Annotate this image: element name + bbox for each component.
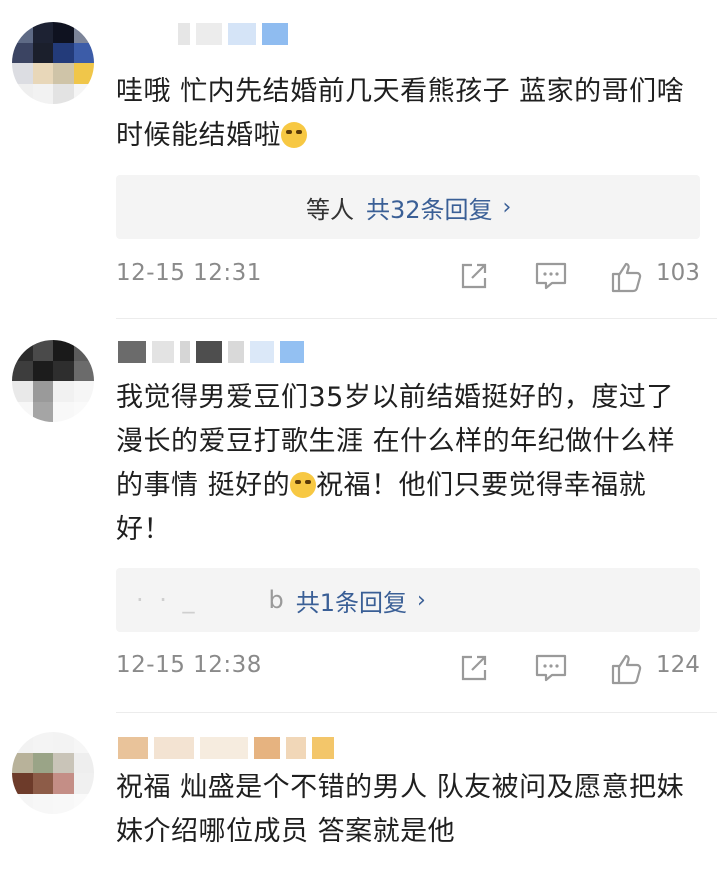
chevron-right-icon: ›: [502, 194, 512, 220]
reply-count-link[interactable]: 共32条回复: [366, 190, 493, 225]
comment-meta: 12-15 12:31 103: [116, 260, 700, 296]
reply-author-blurred: · · _: [136, 586, 199, 614]
divider: [116, 318, 717, 319]
reply-summary[interactable]: · · _ b 共1条回复 ›: [116, 568, 700, 632]
share-icon[interactable]: [458, 260, 490, 292]
comment-body: 哇哦 忙内先结婚前几天看熊孩子 蓝家的哥们啥时候能结婚啦: [116, 76, 685, 151]
like-count: 124: [656, 652, 700, 678]
avatar[interactable]: [12, 732, 94, 814]
comment-body: 祝福 灿盛是个不错的男人 队友被问及愿意把妹妹介绍哪位成员 答案就是他: [116, 772, 685, 847]
laugh-cry-emoji: [281, 122, 307, 148]
reply-count-link[interactable]: 共1条回复: [296, 583, 407, 618]
comment-text: 哇哦 忙内先结婚前几天看熊孩子 蓝家的哥们啥时候能结婚啦: [116, 70, 696, 158]
username-blurred[interactable]: [178, 22, 288, 46]
reply-authors: b: [268, 586, 284, 614]
chevron-right-icon: ›: [417, 587, 426, 613]
grin-emoji: [290, 472, 317, 498]
comment-icon[interactable]: [534, 260, 568, 292]
username-blurred[interactable]: [118, 736, 334, 760]
avatar[interactable]: [12, 340, 94, 422]
username-blurred[interactable]: [118, 340, 304, 364]
comment-text: 我觉得男爱豆们35岁以前结婚挺好的，度过了漫长的爱豆打歌生涯 在什么样的年纪做什…: [116, 376, 696, 552]
avatar[interactable]: [12, 22, 94, 104]
timestamp: 12-15 12:31: [116, 260, 262, 286]
reply-authors: 等人: [306, 195, 354, 224]
like-icon[interactable]: [610, 652, 644, 686]
comment-meta: 12-15 12:38 124: [116, 652, 700, 688]
reply-summary[interactable]: 等人 共32条回复 ›: [116, 175, 700, 239]
like-count: 103: [656, 260, 700, 286]
comment-icon[interactable]: [534, 652, 568, 684]
divider: [116, 712, 717, 713]
timestamp: 12-15 12:38: [116, 652, 262, 678]
share-icon[interactable]: [458, 652, 490, 684]
like-icon[interactable]: [610, 260, 644, 294]
comment-text: 祝福 灿盛是个不错的男人 队友被问及愿意把妹妹介绍哪位成员 答案就是他: [116, 766, 696, 854]
